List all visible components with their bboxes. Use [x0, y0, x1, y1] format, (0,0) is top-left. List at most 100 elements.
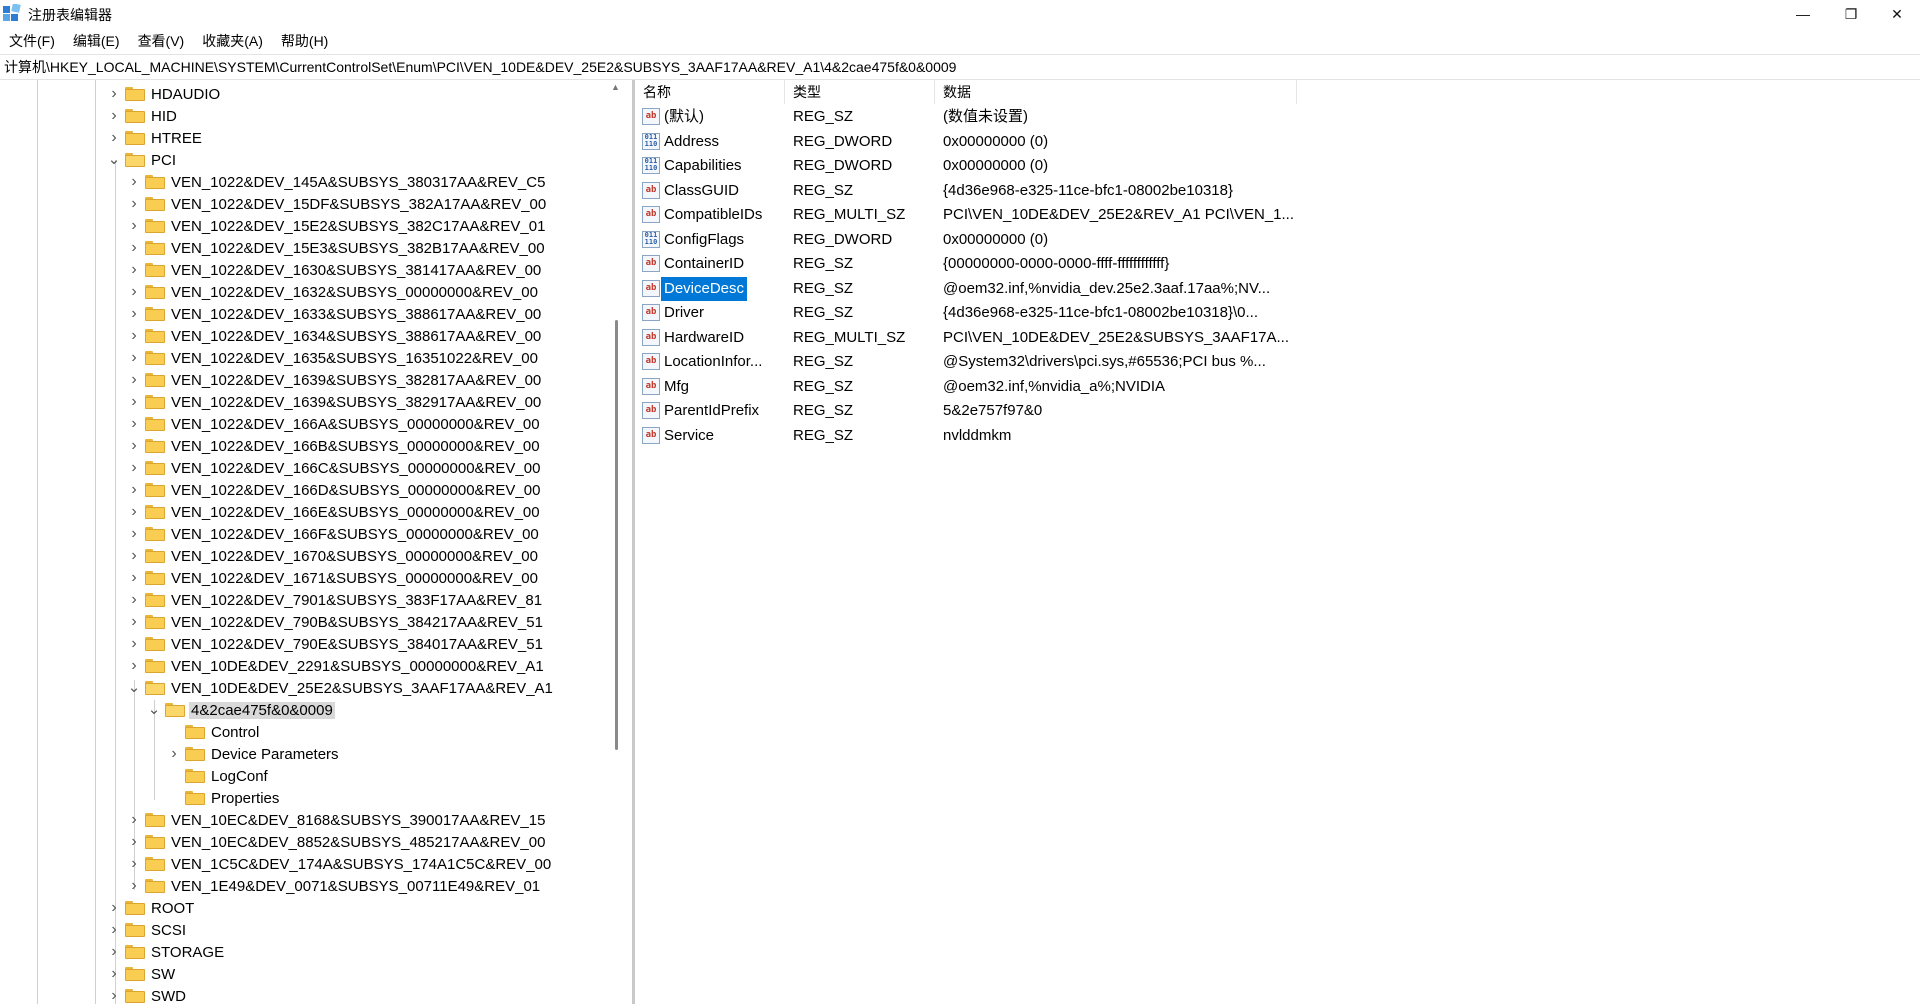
- address-bar[interactable]: 计算机\HKEY_LOCAL_MACHINE\SYSTEM\CurrentCon…: [0, 54, 1920, 80]
- chevron-right-icon[interactable]: ›: [126, 303, 142, 325]
- tree-item[interactable]: › HID: [106, 105, 179, 127]
- chevron-right-icon[interactable]: ›: [126, 259, 142, 281]
- value-row[interactable]: ab HardwareID REG_MULTI_SZ PCI\VEN_10DE&DEV…: [635, 326, 1920, 350]
- tree-item[interactable]: › VEN_1022&DEV_1632&SUBSYS_00000000&REV_0…: [126, 281, 540, 303]
- chevron-right-icon[interactable]: ›: [126, 171, 142, 193]
- chevron-right-icon[interactable]: ›: [106, 105, 122, 127]
- value-row[interactable]: ab Mfg REG_SZ @oem32.inf,%nvidia_a%;NVIDIA: [635, 375, 1920, 399]
- tree-item[interactable]: › VEN_1022&DEV_15E2&SUBSYS_382C17AA&REV_0…: [126, 215, 547, 237]
- chevron-right-icon[interactable]: ›: [126, 589, 142, 611]
- tree-item[interactable]: › VEN_1022&DEV_7901&SUBSYS_383F17AA&REV_8…: [126, 589, 544, 611]
- chevron-right-icon[interactable]: ›: [126, 633, 142, 655]
- tree-item[interactable]: › Device Parameters: [166, 743, 341, 765]
- tree-item[interactable]: › VEN_1E49&DEV_0071&SUBSYS_00711E49&REV_0…: [126, 875, 542, 897]
- value-row[interactable]: ab Service REG_SZ nvlddmkm: [635, 424, 1920, 448]
- tree-item[interactable]: › VEN_1022&DEV_1635&SUBSYS_16351022&REV_0…: [126, 347, 540, 369]
- chevron-right-icon[interactable]: ›: [126, 567, 142, 589]
- value-row[interactable]: ab ClassGUID REG_SZ {4d36e968-e325-11ce-bfc…: [635, 179, 1920, 203]
- chevron-right-icon[interactable]: ›: [126, 193, 142, 215]
- tree-item[interactable]: › VEN_1022&DEV_1633&SUBSYS_388617AA&REV_0…: [126, 303, 543, 325]
- value-row[interactable]: 011 110 Capabilities REG_DWORD 0x00000000 (…: [635, 154, 1920, 178]
- chevron-right-icon[interactable]: ›: [166, 743, 182, 765]
- value-row[interactable]: ab DeviceDesc REG_SZ @oem32.inf,%nvidia_dev…: [635, 276, 1920, 301]
- tree-item[interactable]: Properties: [166, 787, 281, 809]
- tree-item[interactable]: ⌄ PCI: [106, 149, 178, 171]
- tree-item[interactable]: › VEN_1022&DEV_790B&SUBSYS_384217AA&REV_5…: [126, 611, 545, 633]
- tree-item[interactable]: › VEN_1022&DEV_1630&SUBSYS_381417AA&REV_0…: [126, 259, 543, 281]
- tree-item[interactable]: › HTREE: [106, 127, 204, 149]
- chevron-right-icon[interactable]: ›: [126, 237, 142, 259]
- menu-view[interactable]: 查看(V): [129, 30, 194, 52]
- value-row[interactable]: ab ParentIdPrefix REG_SZ 5&2e757f97&0: [635, 399, 1920, 423]
- chevron-right-icon[interactable]: ›: [126, 831, 142, 853]
- tree-item[interactable]: › VEN_1022&DEV_1634&SUBSYS_388617AA&REV_0…: [126, 325, 543, 347]
- chevron-right-icon[interactable]: ›: [126, 215, 142, 237]
- value-row[interactable]: 011 110 Address REG_DWORD 0x00000000 (0): [635, 130, 1920, 154]
- tree-item[interactable]: › VEN_1022&DEV_145A&SUBSYS_380317AA&REV_C…: [126, 171, 547, 193]
- tree-item[interactable]: › VEN_10EC&DEV_8852&SUBSYS_485217AA&REV_0…: [126, 831, 547, 853]
- scrollbar-thumb[interactable]: [615, 320, 618, 750]
- tree-item[interactable]: › STORAGE: [106, 941, 226, 963]
- chevron-right-icon[interactable]: ›: [126, 457, 142, 479]
- chevron-right-icon[interactable]: ›: [126, 347, 142, 369]
- tree-item[interactable]: Control: [166, 721, 261, 743]
- tree-item[interactable]: › ROOT: [106, 897, 196, 919]
- value-row[interactable]: ab ContainerID REG_SZ {00000000-0000-0000-f…: [635, 252, 1920, 276]
- chevron-down-icon[interactable]: ⌄: [146, 699, 162, 721]
- tree-item[interactable]: › VEN_1022&DEV_1671&SUBSYS_00000000&REV_0…: [126, 567, 540, 589]
- tree-item[interactable]: › VEN_1022&DEV_15DF&SUBSYS_382A17AA&REV_0…: [126, 193, 548, 215]
- chevron-right-icon[interactable]: ›: [106, 985, 122, 1004]
- value-row[interactable]: ab CompatibleIDs REG_MULTI_SZ PCI\VEN_10DE&…: [635, 203, 1920, 227]
- tree-item[interactable]: › VEN_1C5C&DEV_174A&SUBSYS_174A1C5C&REV_0…: [126, 853, 553, 875]
- value-row[interactable]: ab LocationInfor... REG_SZ @System32\driver…: [635, 350, 1920, 374]
- chevron-right-icon[interactable]: ›: [126, 413, 142, 435]
- column-header-name[interactable]: 名称: [635, 80, 785, 104]
- chevron-down-icon[interactable]: ⌄: [106, 149, 122, 171]
- tree-item[interactable]: LogConf: [166, 765, 270, 787]
- chevron-right-icon[interactable]: ›: [126, 325, 142, 347]
- tree-item[interactable]: › VEN_1022&DEV_166A&SUBSYS_00000000&REV_0…: [126, 413, 542, 435]
- tree-scrollbar[interactable]: ▲: [606, 80, 626, 1004]
- tree-item[interactable]: › VEN_1022&DEV_166B&SUBSYS_00000000&REV_0…: [126, 435, 542, 457]
- chevron-down-icon[interactable]: ⌄: [126, 677, 142, 699]
- value-row[interactable]: 011 110 ConfigFlags REG_DWORD 0x00000000 (0…: [635, 228, 1920, 252]
- chevron-right-icon[interactable]: ›: [126, 545, 142, 567]
- menu-help[interactable]: 帮助(H): [272, 30, 337, 52]
- tree-item[interactable]: › VEN_1022&DEV_15E3&SUBSYS_382B17AA&REV_0…: [126, 237, 547, 259]
- chevron-right-icon[interactable]: ›: [126, 435, 142, 457]
- chevron-right-icon[interactable]: ›: [126, 523, 142, 545]
- menu-edit[interactable]: 编辑(E): [64, 30, 129, 52]
- tree-item[interactable]: ⌄ 4&2cae475f&0&0009: [146, 699, 335, 721]
- scroll-up-arrow-icon[interactable]: ▲: [611, 82, 620, 92]
- chevron-right-icon[interactable]: ›: [106, 963, 122, 985]
- chevron-right-icon[interactable]: ›: [126, 479, 142, 501]
- minimize-button[interactable]: —: [1780, 0, 1826, 28]
- tree-item[interactable]: › VEN_1022&DEV_1639&SUBSYS_382917AA&REV_0…: [126, 391, 543, 413]
- tree-item[interactable]: › VEN_1022&DEV_1670&SUBSYS_00000000&REV_0…: [126, 545, 540, 567]
- column-header-type[interactable]: 类型: [785, 80, 935, 104]
- tree-item[interactable]: › HDAUDIO: [106, 83, 222, 105]
- tree-item[interactable]: › VEN_1022&DEV_166E&SUBSYS_00000000&REV_0…: [126, 501, 542, 523]
- tree-item[interactable]: ⌄ VEN_10DE&DEV_25E2&SUBSYS_3AAF17AA&REV_A…: [126, 677, 555, 699]
- chevron-right-icon[interactable]: ›: [106, 941, 122, 963]
- chevron-right-icon[interactable]: ›: [126, 501, 142, 523]
- tree-item[interactable]: › VEN_1022&DEV_1639&SUBSYS_382817AA&REV_0…: [126, 369, 543, 391]
- tree-item[interactable]: › SW: [106, 963, 177, 985]
- tree-item[interactable]: › VEN_1022&DEV_790E&SUBSYS_384017AA&REV_5…: [126, 633, 545, 655]
- chevron-right-icon[interactable]: ›: [126, 281, 142, 303]
- chevron-right-icon[interactable]: ›: [106, 127, 122, 149]
- tree-item[interactable]: › VEN_1022&DEV_166C&SUBSYS_00000000&REV_0…: [126, 457, 542, 479]
- tree-item[interactable]: › SWD: [106, 985, 188, 1004]
- column-header-data[interactable]: 数据: [935, 80, 1297, 104]
- chevron-right-icon[interactable]: ›: [126, 853, 142, 875]
- chevron-right-icon[interactable]: ›: [126, 611, 142, 633]
- chevron-right-icon[interactable]: ›: [126, 809, 142, 831]
- tree-item[interactable]: › SCSI: [106, 919, 188, 941]
- maximize-button[interactable]: ❐: [1828, 0, 1874, 28]
- chevron-right-icon[interactable]: ›: [106, 897, 122, 919]
- close-button[interactable]: ✕: [1874, 0, 1920, 28]
- chevron-right-icon[interactable]: ›: [126, 655, 142, 677]
- chevron-right-icon[interactable]: ›: [106, 83, 122, 105]
- tree-item[interactable]: › VEN_1022&DEV_166D&SUBSYS_00000000&REV_0…: [126, 479, 542, 501]
- menu-favorites[interactable]: 收藏夹(A): [193, 30, 272, 52]
